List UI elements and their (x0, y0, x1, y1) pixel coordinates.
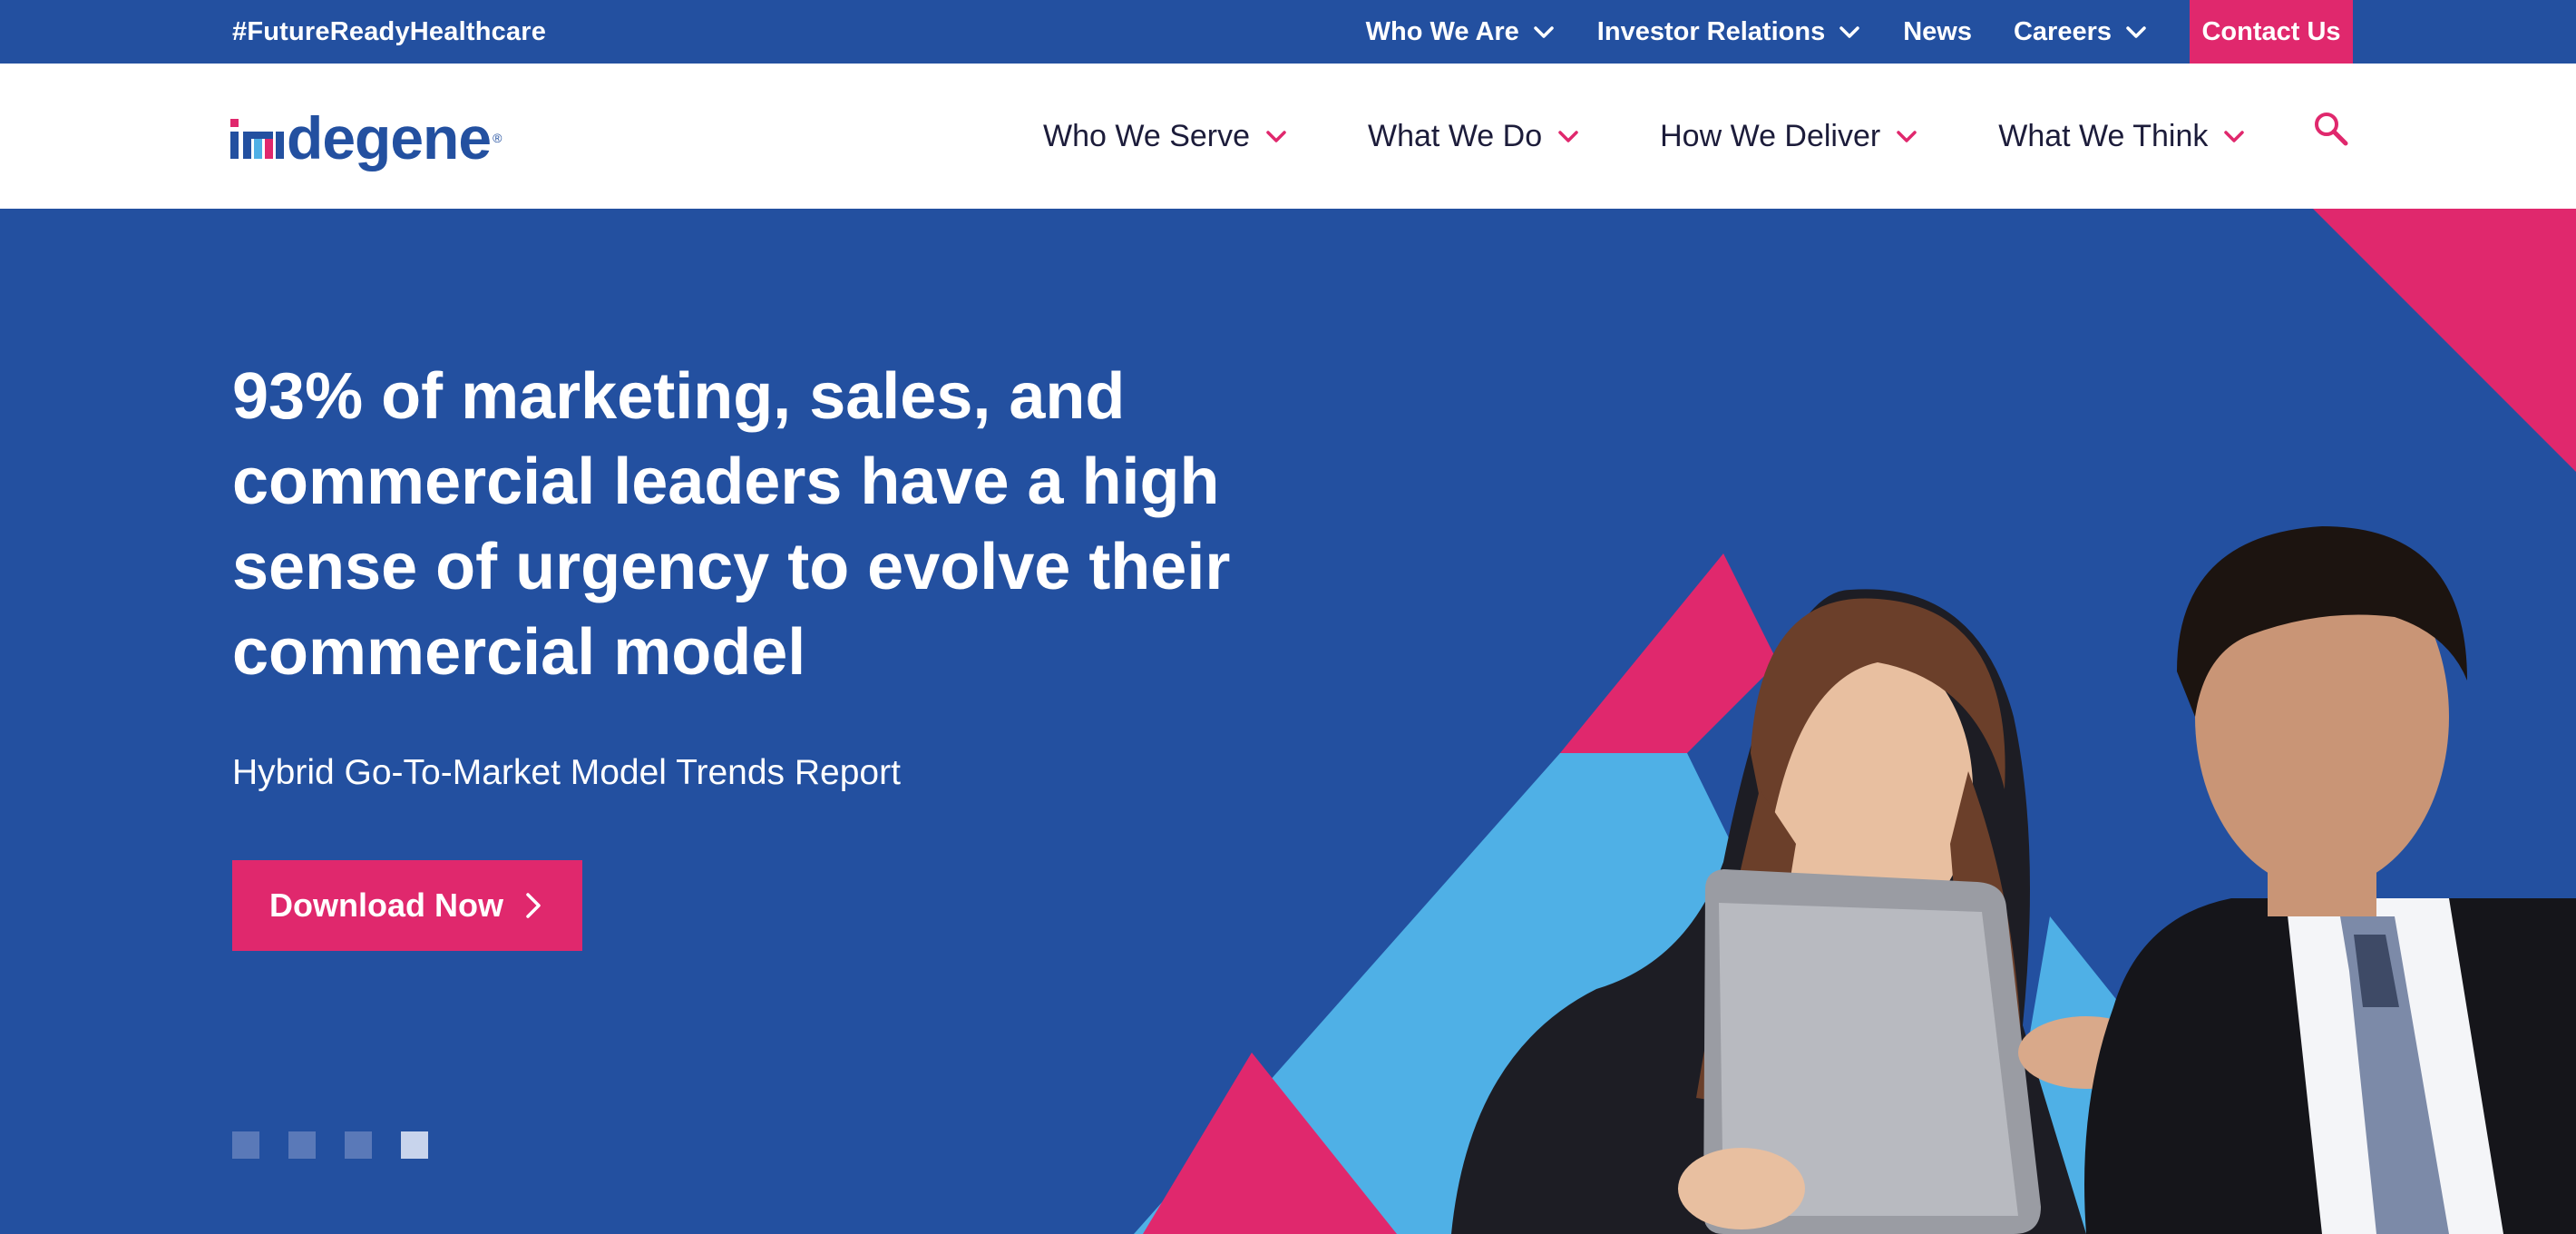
chevron-down-icon (1558, 131, 1578, 142)
utility-item-investor-relations[interactable]: Investor Relations (1597, 0, 1861, 64)
hero-banner: 93% of marketing, sales, and commercial … (0, 209, 2576, 1234)
chevron-down-icon (2224, 131, 2245, 142)
utility-item-who-we-are[interactable]: Who We Are (1366, 0, 1556, 64)
utility-bar: #FutureReadyHealthcare Who We Are Invest… (0, 0, 2576, 64)
utility-item-label: News (1903, 16, 1972, 46)
carousel-dot-1[interactable] (232, 1131, 259, 1159)
utility-item-label: Investor Relations (1596, 16, 1826, 46)
nav-item-what-we-do[interactable]: What We Do (1368, 119, 1580, 154)
download-now-button[interactable]: Download Now (232, 860, 582, 951)
logo-mark-icon (230, 119, 284, 159)
nav-item-label: What We Do (1368, 118, 1543, 153)
nav-item-who-we-serve[interactable]: Who We Serve (1043, 119, 1288, 154)
nav-item-label: How We Deliver (1660, 118, 1881, 153)
hashtag-label: #FutureReadyHealthcare (232, 17, 547, 46)
indegene-logo[interactable]: degene ® (230, 102, 502, 174)
download-now-label: Download Now (269, 886, 503, 924)
nav-item-label: What We Think (1998, 118, 2209, 153)
chevron-right-icon (526, 893, 541, 918)
nav-item-label: Who We Serve (1043, 118, 1251, 153)
logo-registered-mark: ® (493, 131, 503, 145)
utility-item-label: Careers (2013, 16, 2112, 46)
search-icon[interactable] (2311, 109, 2351, 149)
person-man-figure (2084, 526, 2576, 1234)
hero-subtitle: Hybrid Go-To-Market Model Trends Report (232, 753, 901, 792)
chevron-down-icon (1897, 131, 1917, 142)
contact-us-button[interactable]: Contact Us (2190, 0, 2353, 64)
carousel-pagination (232, 1131, 457, 1159)
nav-item-what-we-think[interactable]: What We Think (1998, 119, 2246, 154)
decor-pink-corner (2313, 209, 2576, 472)
hero-headline: 93% of marketing, sales, and commercial … (232, 360, 1231, 689)
utility-item-careers[interactable]: Careers (2014, 0, 2148, 64)
decor-pink-stripe-upper (1560, 553, 1778, 753)
utility-item-news[interactable]: News (1903, 0, 1972, 64)
chevron-down-icon (2126, 26, 2146, 38)
woman-hand (1678, 1148, 1805, 1229)
utility-item-label: Who We Are (1365, 16, 1519, 46)
nav-item-how-we-deliver[interactable]: How We Deliver (1660, 119, 1918, 154)
carousel-dot-4[interactable] (401, 1131, 428, 1159)
chevron-down-icon (1266, 131, 1286, 142)
logo-text: degene (287, 104, 492, 171)
chevron-down-icon (1534, 26, 1554, 38)
chevron-down-icon (1839, 26, 1859, 38)
utility-nav: Who We Are Investor Relations News Caree… (1324, 0, 2353, 64)
main-header: degene ® Who We Serve What We Do How We … (0, 64, 2576, 209)
carousel-dot-2[interactable] (288, 1131, 316, 1159)
carousel-dot-3[interactable] (345, 1131, 372, 1159)
main-nav: Who We Serve What We Do How We Deliver W… (1043, 64, 2326, 209)
